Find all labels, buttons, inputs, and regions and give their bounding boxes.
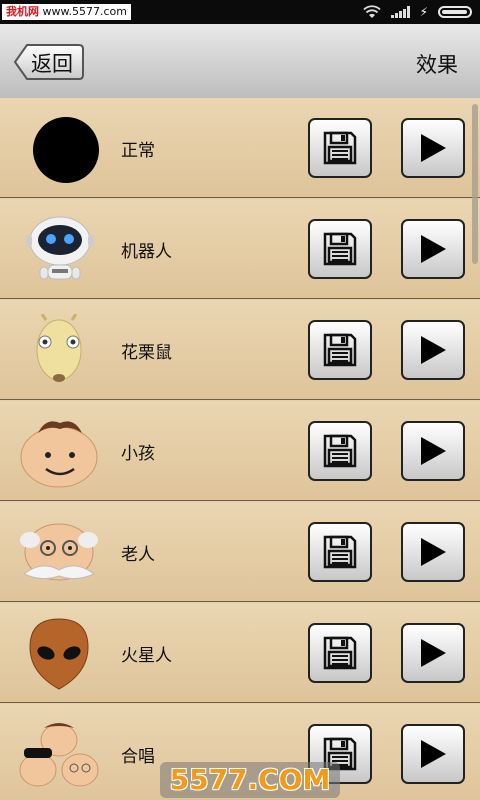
floppy-disk-icon — [323, 636, 357, 670]
status-icons: ⚡ — [362, 3, 472, 21]
play-icon — [421, 740, 446, 768]
back-button[interactable]: 返回 — [13, 43, 85, 81]
play-icon — [421, 437, 446, 465]
save-button[interactable] — [308, 320, 372, 380]
status-bar: 我机网 www.5577.com ⚡ — [0, 0, 480, 24]
floppy-disk-icon — [323, 131, 357, 165]
save-button[interactable] — [308, 623, 372, 683]
save-button[interactable] — [308, 421, 372, 481]
list-item-child: 小孩 — [0, 401, 480, 501]
play-button[interactable] — [401, 623, 465, 683]
floppy-disk-icon — [323, 535, 357, 569]
list-item-label: 机器人 — [121, 242, 172, 262]
floppy-disk-icon — [323, 333, 357, 367]
signal-icon — [390, 6, 410, 18]
save-button[interactable] — [308, 522, 372, 582]
list-item-label: 花栗鼠 — [121, 343, 172, 363]
header-bar: 返回 效果 — [0, 24, 480, 100]
list-item-label: 老人 — [121, 545, 155, 565]
old-man-face-icon — [20, 523, 98, 581]
watermark-bottom: 5577.COM — [160, 762, 340, 798]
list-item-label: 合唱 — [121, 747, 155, 767]
play-button[interactable] — [401, 320, 465, 380]
play-icon — [421, 134, 446, 162]
list-item-label: 正常 — [121, 141, 155, 161]
wifi-icon — [362, 5, 381, 18]
list-item-alien: 火星人 — [0, 603, 480, 703]
list-item-robot: 机器人 — [0, 199, 480, 299]
list-item-old-man: 老人 — [0, 502, 480, 602]
play-button[interactable] — [401, 522, 465, 582]
list-item-chipmunk: 花栗鼠 — [0, 300, 480, 400]
effects-list[interactable]: 正常 机器人 花栗鼠 小孩 老人 火星人 合唱 — [0, 98, 480, 800]
play-icon — [421, 336, 446, 364]
chorus-group-icon — [19, 723, 99, 787]
play-icon — [421, 235, 446, 263]
watermark-top-url: www.5577.com — [39, 5, 127, 18]
play-button[interactable] — [401, 421, 465, 481]
charging-icon: ⚡ — [419, 5, 428, 19]
battery-icon — [438, 6, 472, 18]
list-item-label: 火星人 — [121, 646, 172, 666]
save-button[interactable] — [308, 219, 372, 279]
floppy-disk-icon — [323, 434, 357, 468]
black-circle-icon — [33, 117, 99, 183]
page-title: 效果 — [416, 53, 458, 77]
scrollbar[interactable] — [472, 104, 478, 264]
watermark-top-brand: 我机网 — [6, 5, 39, 18]
battery-level — [442, 10, 467, 14]
alien-face-icon — [29, 618, 89, 690]
save-button[interactable] — [308, 118, 372, 178]
play-button[interactable] — [401, 118, 465, 178]
play-icon — [421, 538, 446, 566]
robot-icon — [26, 216, 94, 280]
watermark-top: 我机网 www.5577.com — [2, 4, 131, 20]
back-button-label: 返回 — [31, 52, 73, 76]
chipmunk-icon — [36, 314, 82, 382]
floppy-disk-icon — [323, 232, 357, 266]
child-face-icon — [20, 421, 98, 488]
list-item-label: 小孩 — [121, 444, 155, 464]
play-button[interactable] — [401, 219, 465, 279]
play-button[interactable] — [401, 724, 465, 784]
list-item-normal: 正常 — [0, 98, 480, 198]
play-icon — [421, 639, 446, 667]
